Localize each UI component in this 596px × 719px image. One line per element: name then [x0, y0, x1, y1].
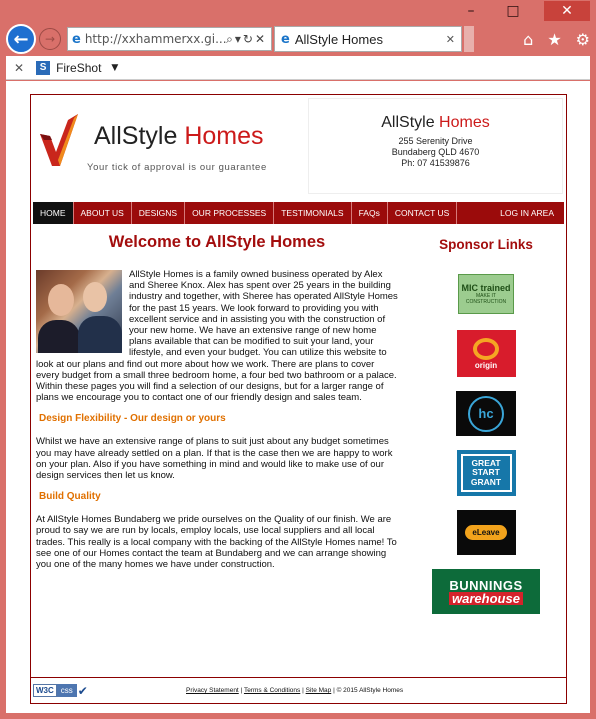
fireshot-icon: S [36, 60, 51, 75]
browser-toolbar: ← → e http://xxhammerxx.gi... ⌕▾↻✕ e All… [6, 22, 590, 56]
footer-links: Privacy Statement | Terms & Conditions |… [186, 687, 404, 694]
sponsor-eleave[interactable]: eLeave [456, 510, 516, 555]
w3c-css-badge[interactable]: W3C css ✔ [33, 682, 91, 700]
terms-link[interactable]: Terms & Conditions [244, 687, 300, 694]
address-url[interactable]: http://xxhammerxx.gi... [85, 32, 226, 46]
main-content: Welcome to AllStyle Homes AllStyle Homes… [36, 225, 398, 570]
contact-city: Bundaberg QLD 4670 [391, 147, 480, 157]
main-nav: HOME ABOUT US DESIGNS OUR PROCESSES TEST… [33, 202, 564, 224]
sponsor-links-title: Sponsor Links [439, 237, 533, 252]
tab-title: AllStyle Homes [294, 31, 383, 47]
design-flexibility-text: Whilst we have an extensive range of pla… [36, 436, 393, 482]
owners-photo [36, 270, 122, 353]
sponsor-mic-trained[interactable]: MIC trained MAKE IT CONSTRUCTION [458, 274, 514, 314]
forward-button[interactable]: → [39, 28, 61, 50]
sponsor-origin[interactable]: origin [456, 330, 516, 377]
origin-ring-icon [473, 337, 499, 360]
nav-home[interactable]: HOME [33, 202, 74, 224]
nav-designs[interactable]: DESIGNS [132, 202, 186, 224]
sponsor-hc[interactable]: hc [456, 391, 516, 436]
command-bar: ✕ S FireShot ▼ [6, 56, 590, 80]
logo-brand: AllStyle Homes [94, 122, 264, 150]
sponsor-sidebar: Sponsor Links MIC trained MAKE IT CONSTR… [406, 225, 566, 614]
fireshot-button[interactable]: FireShot [56, 61, 101, 75]
nav-contact-us[interactable]: CONTACT US [388, 202, 458, 224]
nav-faqs[interactable]: FAQs [352, 202, 388, 224]
copyright: | © 2015 AllStyle Homes [331, 687, 404, 694]
ie-icon: e [72, 31, 81, 47]
toolbar-right: ⌂ ★ ⚙ [523, 30, 590, 49]
favorites-icon[interactable]: ★ [547, 30, 561, 49]
check-icon: ✔ [77, 683, 88, 698]
checkmark-logo-icon [40, 114, 78, 166]
minimize-icon[interactable]: – [460, 3, 482, 19]
settings-icon[interactable]: ⚙ [576, 30, 590, 49]
address-bar[interactable]: e http://xxhammerxx.gi... ⌕▾↻✕ [67, 27, 272, 51]
new-tab-button[interactable] [464, 26, 474, 52]
site-footer: W3C css ✔ Privacy Statement | Terms & Co… [31, 677, 566, 703]
contact-company: AllStyle Homes [381, 114, 490, 131]
sponsor-great-start-grant[interactable]: GREAT START GRANT [456, 450, 516, 496]
intro-section: AllStyle Homes is a family owned busines… [36, 269, 398, 403]
nav-our-processes[interactable]: OUR PROCESSES [185, 202, 275, 224]
back-button[interactable]: ← [6, 24, 36, 54]
close-bar-icon[interactable]: ✕ [14, 61, 24, 75]
tab-ie-icon: e [281, 31, 290, 47]
privacy-link[interactable]: Privacy Statement [186, 687, 239, 694]
window-controls: – □ ✕ [460, 0, 590, 22]
contact-phone: Ph: 07 41539876 [401, 158, 470, 168]
logo-tagline: Your tick of approval is our guarantee [87, 162, 267, 173]
nav-testimonials[interactable]: TESTIMONIALS [274, 202, 352, 224]
design-flexibility-heading: Design Flexibility - Our design or yours [39, 413, 226, 425]
close-window-icon[interactable]: ✕ [544, 1, 590, 21]
site-logo[interactable]: AllStyle Homes Your tick of approval is … [34, 98, 302, 198]
site-header: AllStyle Homes Your tick of approval is … [31, 95, 566, 202]
contact-street: 255 Serenity Drive [398, 136, 473, 146]
home-icon[interactable]: ⌂ [523, 30, 533, 49]
nav-log-in-area[interactable]: LOG IN AREA [493, 202, 564, 224]
header-contact: AllStyle Homes 255 Serenity Drive Bundab… [308, 98, 563, 194]
page-viewport: AllStyle Homes Your tick of approval is … [6, 81, 590, 713]
maximize-icon[interactable]: □ [502, 3, 524, 19]
sponsor-bunnings[interactable]: BUNNINGS warehouse [432, 569, 540, 614]
tab-allstyle-homes[interactable]: e AllStyle Homes ✕ [274, 26, 462, 52]
site-container: AllStyle Homes Your tick of approval is … [30, 94, 567, 704]
tab-close-icon[interactable]: ✕ [446, 33, 455, 46]
build-quality-text: At AllStyle Homes Bundaberg we pride our… [36, 514, 397, 571]
sitemap-link[interactable]: Site Map [306, 687, 332, 694]
hc-circle-icon: hc [468, 395, 504, 432]
nav-about-us[interactable]: ABOUT US [74, 202, 132, 224]
build-quality-heading: Build Quality [39, 491, 101, 503]
address-buttons[interactable]: ⌕▾↻✕ [226, 32, 267, 47]
chevron-down-icon[interactable]: ▼ [111, 63, 118, 73]
page-title: Welcome to AllStyle Homes [108, 233, 326, 251]
